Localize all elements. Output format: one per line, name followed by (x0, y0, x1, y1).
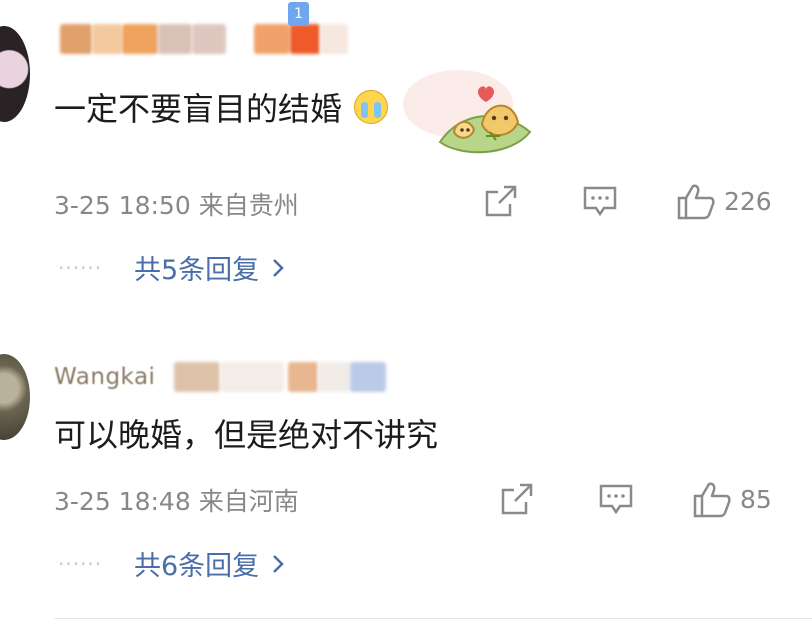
timestamp: 3-25 18:50 (54, 191, 191, 220)
like-icon (677, 184, 715, 220)
username[interactable]: Wangkai (54, 362, 155, 392)
avatar[interactable] (0, 26, 30, 122)
share-button[interactable] (500, 482, 534, 516)
comment-item: 1 一定不要盲目的结婚 3-25 18:50 来自贵州 226 ······ 共… (0, 0, 812, 300)
like-button[interactable]: 85 (692, 480, 772, 518)
like-button[interactable]: 226 (676, 182, 772, 220)
replies-row[interactable]: ······ 共6条回复 (58, 544, 285, 583)
comment-meta: 3-25 18:48 来自河南 (54, 482, 299, 518)
like-count: 226 (724, 186, 772, 216)
comment-icon (583, 186, 617, 217)
share-icon (501, 483, 533, 515)
comment-button[interactable] (582, 184, 618, 218)
comment-text-body: 一定不要盲目的结婚 (54, 90, 343, 128)
location: 来自贵州 (198, 191, 299, 220)
share-icon (485, 185, 517, 217)
comment-text: 一定不要盲目的结婚 (54, 84, 389, 130)
divider (54, 618, 812, 619)
view-replies-link[interactable]: 共5条回复 (134, 248, 259, 287)
comment-text: 可以晚婚，但是绝对不讲究 (54, 416, 439, 454)
avatar[interactable] (0, 354, 30, 440)
comment-icon (599, 484, 633, 515)
crying-emoji-icon (354, 90, 389, 124)
timestamp: 3-25 18:48 (54, 487, 191, 516)
chevron-right-icon (273, 554, 284, 573)
zongzi-sticker-icon (403, 70, 532, 154)
view-replies-link[interactable]: 共6条回复 (134, 544, 259, 583)
dots-icon: ······ (58, 551, 103, 576)
replies-row[interactable]: ······ 共5条回复 (58, 248, 285, 287)
comment-meta: 3-25 18:50 来自贵州 (54, 186, 299, 222)
share-button[interactable] (484, 184, 518, 218)
user-badge: 1 (288, 2, 309, 26)
like-icon (693, 482, 731, 518)
dots-icon: ······ (58, 255, 103, 280)
comment-button[interactable] (598, 482, 634, 516)
comment-item: Wangkai 可以晚婚，但是绝对不讲究 3-25 18:48 来自河南 85 (0, 320, 812, 620)
chevron-right-icon (273, 258, 284, 277)
location: 来自河南 (198, 487, 299, 516)
like-count: 85 (740, 484, 772, 514)
